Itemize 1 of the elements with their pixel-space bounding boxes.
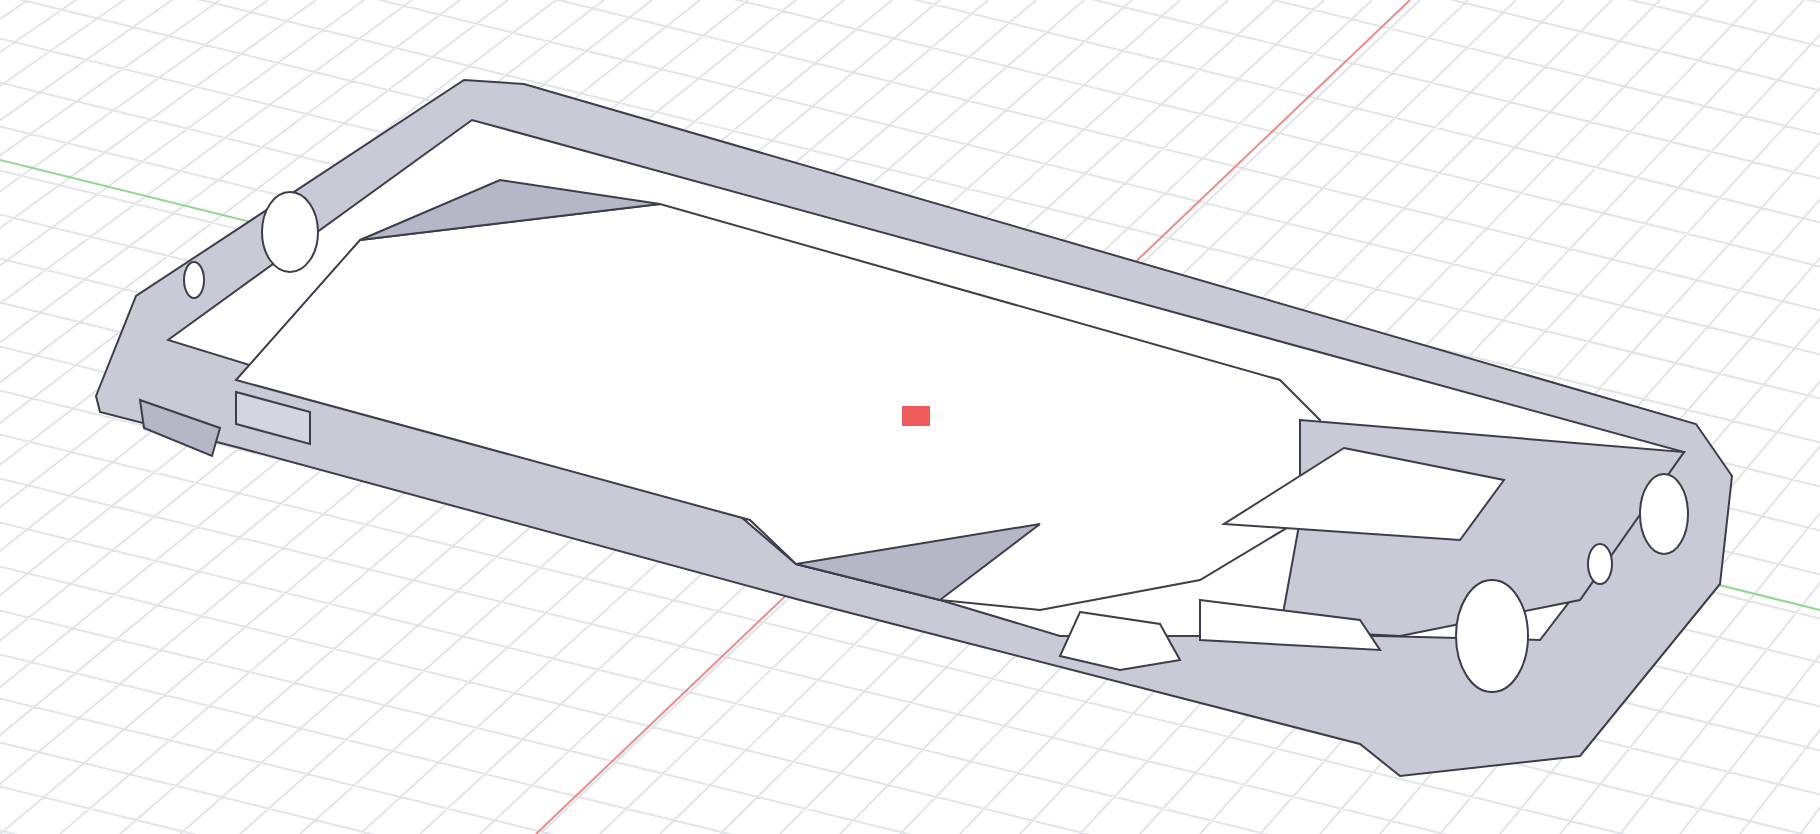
phone-case-drawing[interactable] (94, 78, 1734, 778)
